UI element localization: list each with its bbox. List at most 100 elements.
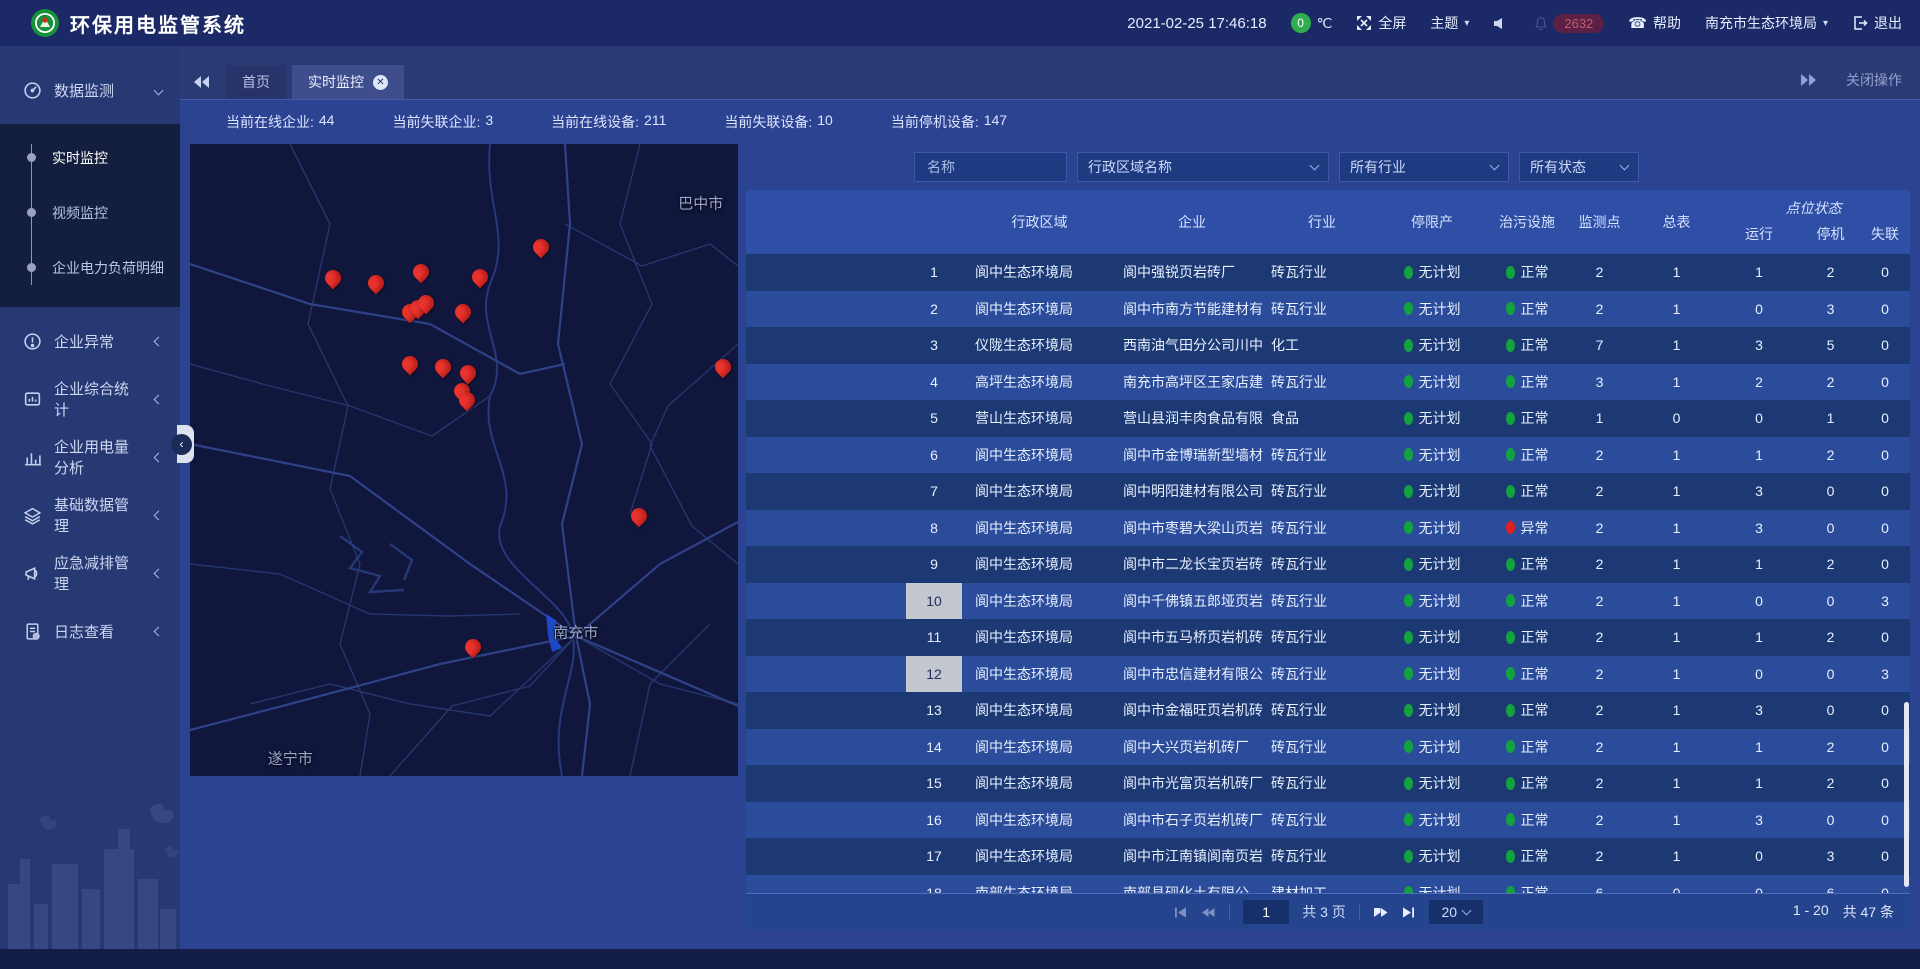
tab[interactable]: 首页 ✕ <box>226 65 286 99</box>
table-row[interactable]: 5 营山生态环境局 营山县润丰肉食品有限 食品 无计划 正常 <box>746 400 1910 437</box>
map-panel[interactable]: 巴中市 南充市 遂宁市 <box>190 144 738 776</box>
fullscreen-button[interactable]: 全屏 <box>1356 13 1406 33</box>
table-row[interactable]: 6 阆中生态环境局 阆中市金博瑞新型墙材 砖瓦行业 无计划 正常 <box>746 437 1910 474</box>
last-page-button[interactable] <box>1401 906 1416 919</box>
cell-region: 阆中生态环境局 <box>962 619 1117 656</box>
cell-facility: 正常 <box>1487 546 1567 583</box>
cell-region: 阆中生态环境局 <box>962 254 1117 291</box>
logout-button[interactable]: 退出 <box>1852 13 1902 33</box>
cell-index: 6 <box>906 437 962 474</box>
help-button[interactable]: ☎ 帮助 <box>1628 13 1681 33</box>
table-row[interactable]: 10 阆中生态环境局 阆中千佛镇五郎垭页岩 砖瓦行业 无计划 正常 <box>746 583 1910 620</box>
table-row[interactable]: 16 阆中生态环境局 阆中市石子页岩机砖厂 砖瓦行业 无计划 正常 <box>746 802 1910 839</box>
status-dot-icon <box>1404 631 1413 644</box>
table-row[interactable]: 3 仪陇生态环境局 西南油气田分公司川中 化工 无计划 正常 <box>746 327 1910 364</box>
col-header-industry: 行业 <box>1267 190 1377 254</box>
cell-total: 1 <box>1632 729 1721 766</box>
table-row[interactable]: 8 阆中生态环境局 阆中市枣碧大梁山页岩 砖瓦行业 无计划 异常 <box>746 510 1910 547</box>
sidebar-subitem[interactable]: 企业电力负荷明细 <box>0 240 180 295</box>
cell-limit: 无计划 <box>1377 875 1487 894</box>
divider <box>1359 904 1360 920</box>
sidebar: 数据监测 实时监控 视频监控 企业电力负荷明细 <box>0 46 180 949</box>
status-dot-icon <box>1404 850 1413 863</box>
cell-industry: 砖瓦行业 <box>1267 729 1377 766</box>
cell-monitor: 2 <box>1567 838 1632 875</box>
table-row[interactable]: 4 高坪生态环境局 南充市高坪区王家店建 砖瓦行业 无计划 正常 <box>746 364 1910 401</box>
sidebar-subitem[interactable]: 视频监控 <box>0 185 180 240</box>
double-chevron-right-icon[interactable] <box>1800 74 1816 86</box>
sidebar-menu-item[interactable]: 基础数据管理 <box>0 491 180 539</box>
cell-stop: 2 <box>1797 437 1864 474</box>
tabs-scroll-left-button[interactable] <box>188 65 216 99</box>
cell-index: 4 <box>906 364 962 401</box>
status-filter-select[interactable]: 所有状态 <box>1519 152 1639 182</box>
status-dot-icon <box>1506 302 1515 315</box>
chevron-down-icon <box>1620 161 1630 171</box>
speaker-icon[interactable] <box>1493 15 1509 31</box>
cell-limit: 无计划 <box>1377 364 1487 401</box>
status-dot-icon <box>1506 594 1515 607</box>
sidebar-subitem-label: 企业电力负荷明细 <box>52 258 164 278</box>
table-row[interactable]: 14 阆中生态环境局 阆中大兴页岩机砖厂 砖瓦行业 无计划 正常 <box>746 729 1910 766</box>
name-filter-input[interactable] <box>925 158 1056 176</box>
sidebar-menu-item[interactable]: 企业用电量分析 <box>0 433 180 481</box>
cell-industry: 砖瓦行业 <box>1267 765 1377 802</box>
name-filter[interactable] <box>914 152 1067 182</box>
table-row[interactable]: 12 阆中生态环境局 阆中市忠信建材有限公 砖瓦行业 无计划 正常 <box>746 656 1910 693</box>
close-operations-button[interactable]: 关闭操作 <box>1846 70 1902 90</box>
status-dot-icon <box>1404 448 1413 461</box>
chevron-icon <box>154 452 164 462</box>
sidebar-menu-item[interactable]: 企业异常 <box>0 317 180 365</box>
theme-dropdown[interactable]: 主题 ▾ <box>1430 13 1469 33</box>
sidebar-menu-item[interactable]: 企业综合统计 <box>0 375 180 423</box>
stat-label: 当前在线企业: <box>226 112 314 132</box>
cell-monitor: 2 <box>1567 254 1632 291</box>
org-dropdown[interactable]: 南充市生态环境局 ▾ <box>1705 13 1828 33</box>
table-row[interactable]: 18 南部生态环境局 南部县砚化土有限公 建材加工 无计划 正常 <box>746 875 1910 894</box>
region-filter-select[interactable]: 行政区域名称 <box>1077 152 1329 182</box>
cell-facility: 异常 <box>1487 510 1567 547</box>
stat-item: 当前停机设备: 147 <box>891 112 1007 132</box>
tab[interactable]: 实时监控 ✕ <box>292 65 404 99</box>
cell-limit: 无计划 <box>1377 546 1487 583</box>
table-row[interactable]: 15 阆中生态环境局 阆中市光富页岩机砖厂 砖瓦行业 无计划 正常 <box>746 765 1910 802</box>
skyline-decoration <box>0 789 180 949</box>
table-row[interactable]: 11 阆中生态环境局 阆中市五马桥页岩机砖 砖瓦行业 无计划 正常 <box>746 619 1910 656</box>
page-number-input[interactable]: 1 <box>1243 900 1289 924</box>
cell-company: 阆中市光富页岩机砖厂 <box>1117 765 1267 802</box>
table-row[interactable]: 9 阆中生态环境局 阆中市二龙长宝页岩砖 砖瓦行业 无计划 正常 <box>746 546 1910 583</box>
col-header-lost: 失联 <box>1864 220 1906 254</box>
next-page-button[interactable] <box>1373 906 1388 919</box>
cell-facility: 正常 <box>1487 583 1567 620</box>
sidebar-item-label: 企业异常 <box>54 331 114 352</box>
table-scrollbar[interactable] <box>1904 702 1909 887</box>
cell-index: 18 <box>906 875 962 894</box>
cell-monitor: 2 <box>1567 291 1632 328</box>
sidebar-section: 企业综合统计 <box>0 375 180 423</box>
page-size-select[interactable]: 20 <box>1429 900 1483 924</box>
sidebar-menu-item[interactable]: 数据监测 <box>0 66 180 114</box>
table-row[interactable]: 7 阆中生态环境局 阆中明阳建材有限公司 砖瓦行业 无计划 正常 <box>746 473 1910 510</box>
table-row[interactable]: 2 阆中生态环境局 阆中市南方节能建材有 砖瓦行业 无计划 正常 <box>746 291 1910 328</box>
cell-run: 1 <box>1721 729 1797 766</box>
industry-filter-select[interactable]: 所有行业 <box>1339 152 1509 182</box>
table-row[interactable]: 17 阆中生态环境局 阆中市江南镇阆南页岩 砖瓦行业 无计划 正常 <box>746 838 1910 875</box>
cell-total: 1 <box>1632 327 1721 364</box>
cell-monitor: 6 <box>1567 875 1632 894</box>
table-row[interactable]: 13 阆中生态环境局 阆中市金福旺页岩机砖 砖瓦行业 无计划 正常 <box>746 692 1910 729</box>
table-row[interactable]: 1 阆中生态环境局 阆中强锐页岩砖厂 砖瓦行业 无计划 正常 <box>746 254 1910 291</box>
sidebar-menu-item[interactable]: 应急减排管理 <box>0 549 180 597</box>
first-page-button[interactable] <box>1173 906 1188 919</box>
app-logo-icon <box>30 8 60 38</box>
cell-facility: 正常 <box>1487 437 1567 474</box>
tab-close-icon[interactable]: ✕ <box>373 75 388 90</box>
table-panel: 行政区域名称 所有行业 所有状态 行政区域 <box>746 144 1910 949</box>
sidebar-collapse-handle[interactable]: ‹ <box>177 425 194 463</box>
notifications[interactable]: 2632 <box>1533 14 1604 33</box>
prev-page-button[interactable] <box>1201 906 1216 919</box>
cell-lost: 0 <box>1864 802 1906 839</box>
cell-company: 南充市高坪区王家店建 <box>1117 364 1267 401</box>
sidebar-subitem[interactable]: 实时监控 <box>0 130 180 185</box>
cell-monitor: 2 <box>1567 546 1632 583</box>
sidebar-menu-item[interactable]: 日志查看 <box>0 607 180 655</box>
